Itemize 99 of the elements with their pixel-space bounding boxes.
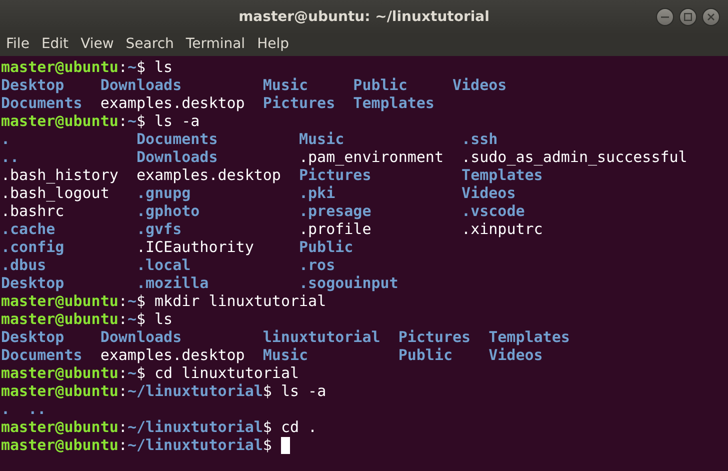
command-text: $ ls -a — [136, 112, 200, 130]
directory-name: Pictures — [262, 94, 336, 112]
file-name: .bash_history — [1, 166, 120, 184]
file-name: .profile — [299, 220, 372, 238]
directory-name: .local — [136, 256, 192, 274]
directory-name: Desktop — [1, 328, 66, 346]
prompt-host: master@ubuntu — [1, 436, 118, 454]
directory-name: Music — [299, 130, 346, 148]
directory-name: Pictures — [299, 166, 372, 184]
directory-name: .mozilla — [136, 274, 210, 292]
prompt-path: ~ — [127, 292, 136, 310]
prompt-host: master@ubuntu — [1, 112, 118, 130]
directory-name: .pki — [299, 184, 336, 202]
prompt-host: master@ubuntu — [1, 58, 118, 76]
close-icon — [707, 13, 715, 21]
directory-name: Templates — [353, 94, 436, 112]
directory-name: .gphoto — [136, 202, 201, 220]
command-text: $ — [262, 436, 272, 454]
directory-name: Videos — [452, 76, 507, 94]
menu-item[interactable]: View — [80, 36, 114, 52]
directory-name: Public — [353, 76, 408, 94]
directory-name: .sogouinput — [299, 274, 400, 292]
menu-item[interactable]: Edit — [41, 36, 69, 52]
prompt-separator: : — [118, 364, 128, 382]
directory-name: .ros — [299, 256, 336, 274]
file-name: .ICEauthority — [136, 238, 255, 256]
prompt-path: ~/linuxtutorial — [127, 436, 263, 454]
directory-name: Downloads — [100, 76, 183, 94]
directory-name: .dbus — [1, 256, 48, 274]
prompt-path: ~/linuxtutorial — [127, 382, 263, 400]
directory-name: Documents — [1, 346, 84, 364]
maximize-icon — [684, 13, 692, 21]
directory-name: Documents — [1, 94, 84, 112]
file-name: examples.desktop — [100, 346, 246, 364]
prompt-separator: : — [118, 310, 128, 328]
file-name: .bash_logout — [1, 184, 110, 202]
directory-name: Music — [262, 346, 310, 364]
prompt-path: ~ — [127, 364, 136, 382]
directory-name: Templates — [462, 166, 544, 184]
directory-name: Desktop — [1, 274, 66, 292]
prompt-separator: : — [118, 112, 128, 130]
prompt-separator: : — [118, 292, 128, 310]
text-cursor — [280, 436, 290, 454]
command-text: $ cd linuxtutorial — [136, 364, 300, 382]
command-text: $ ls — [136, 58, 173, 76]
directory-name: Templates — [488, 328, 570, 346]
directory-name: .vscode — [462, 202, 526, 220]
file-name: examples.desktop — [100, 94, 246, 112]
file-name: .pam_environment — [299, 148, 444, 166]
prompt-host: master@ubuntu — [1, 382, 118, 400]
directory-name: Documents — [136, 130, 219, 148]
prompt-separator: : — [118, 382, 128, 400]
directory-name: .gvfs — [136, 220, 183, 238]
directory-name: .cache — [1, 220, 56, 238]
directory-name: Public — [299, 238, 354, 256]
command-text: $ mkdir linuxtutorial — [136, 292, 326, 310]
prompt-separator: : — [118, 418, 128, 436]
directory-name: Pictures — [398, 328, 472, 346]
directory-name: Videos — [488, 346, 544, 364]
menu-item[interactable]: Terminal — [186, 36, 246, 52]
directory-name: . — [1, 130, 12, 148]
prompt-host: master@ubuntu — [1, 418, 118, 436]
menu-item[interactable]: Help — [257, 36, 289, 52]
prompt-path: ~ — [127, 58, 136, 76]
directory-name: .config — [1, 238, 66, 256]
file-name: examples.desktop — [136, 166, 282, 184]
prompt-separator: : — [118, 436, 128, 454]
directory-name: Public — [398, 346, 454, 364]
directory-name: .gnupg — [136, 184, 192, 202]
maximize-button[interactable] — [679, 8, 697, 26]
window-title: master@ubuntu: ~/linuxtutorial — [238, 9, 490, 25]
prompt-path: ~ — [127, 310, 136, 328]
prompt-path: ~/linuxtutorial — [127, 418, 263, 436]
menu-item[interactable]: Search — [126, 36, 174, 52]
directory-name: .ssh — [462, 130, 499, 148]
command-text: $ cd . — [262, 418, 318, 436]
file-name: .sudo_as_admin_successful — [462, 148, 688, 166]
prompt-path: ~ — [127, 112, 136, 130]
directory-name: Desktop — [1, 76, 66, 94]
directory-name: linuxtutorial — [262, 328, 382, 346]
directory-name: .. — [1, 148, 20, 166]
directory-name: Music — [262, 76, 310, 94]
directory-name: Videos — [462, 184, 517, 202]
prompt-host: master@ubuntu — [1, 292, 118, 310]
command-text: $ ls -a — [262, 382, 326, 400]
close-button[interactable] — [702, 8, 720, 26]
directory-name: .. — [28, 400, 46, 418]
directory-name: .presage — [299, 202, 372, 220]
file-name: .bashrc — [1, 202, 66, 220]
directory-name: Downloads — [136, 148, 219, 166]
menu-item[interactable]: File — [6, 36, 30, 52]
file-name: .xinputrc — [462, 220, 544, 238]
prompt-host: master@ubuntu — [1, 310, 118, 328]
minimize-button[interactable] — [656, 8, 674, 26]
directory-name: . — [1, 400, 12, 418]
prompt-host: master@ubuntu — [1, 364, 118, 382]
directory-name: Downloads — [100, 328, 183, 346]
prompt-separator: : — [118, 58, 128, 76]
command-text: $ ls — [136, 310, 173, 328]
